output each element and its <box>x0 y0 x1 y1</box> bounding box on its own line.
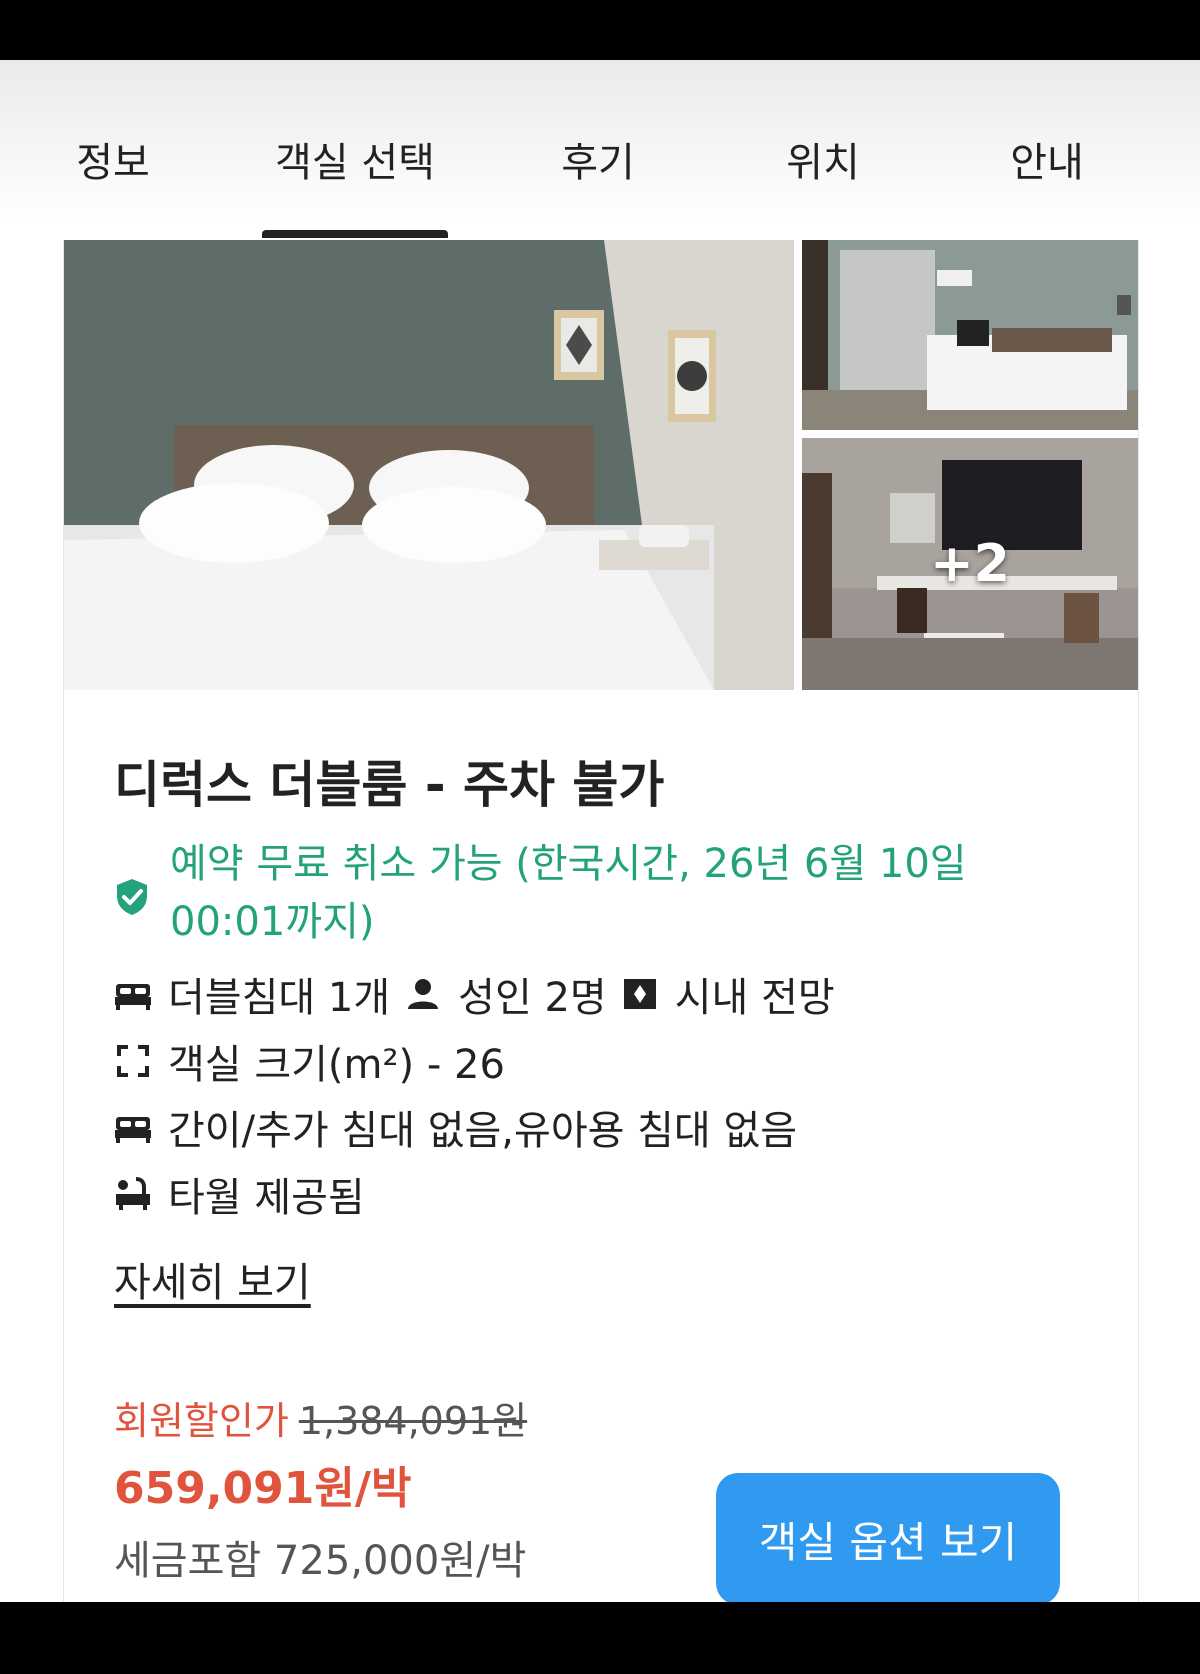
extra-bed-row: 간이/추가 침대 없음,유아용 침대 없음 <box>114 1098 797 1154</box>
details-link[interactable]: 자세히 보기 <box>114 1250 311 1308</box>
tab-info[interactable]: 정보 <box>76 130 150 188</box>
room-photo-2-image <box>802 240 1138 430</box>
extra-bed-text: 간이/추가 침대 없음,유아용 침대 없음 <box>168 1108 798 1154</box>
bed-type-text: 더블침대 1개 <box>168 975 391 1021</box>
shield-check-icon <box>117 879 147 915</box>
room-photo-3[interactable]: +2 <box>802 438 1138 690</box>
room-title: 디럭스 더블룸 - 주차 불가 <box>114 756 665 814</box>
tax-included-price: 세금포함 725,000원/박 <box>114 1538 527 1584</box>
window-view-icon <box>623 979 656 1009</box>
view-text: 시내 전망 <box>674 975 835 1021</box>
more-photos-count: +2 <box>930 534 1010 594</box>
tab-room-select[interactable]: 객실 선택 <box>275 130 435 188</box>
towel-text: 타월 제공됨 <box>168 1175 365 1221</box>
room-features-row: 더블침대 1개 성인 2명 시내 전망 <box>114 965 835 1021</box>
room-card: +2 디럭스 더블룸 - 주차 불가 예약 무료 취소 가능 (한국시간, 26… <box>63 240 1139 1602</box>
member-discount-label: 회원할인가 <box>114 1399 289 1443</box>
room-photo-2[interactable] <box>802 240 1138 430</box>
sale-price: 659,091원/박 <box>114 1463 412 1514</box>
active-tab-indicator <box>262 230 448 238</box>
bed-icon <box>115 1117 151 1143</box>
original-price: 1,384,091원 <box>298 1399 528 1443</box>
person-icon <box>408 979 439 1009</box>
room-size-icon <box>117 1045 149 1077</box>
room-photo-main-image <box>64 240 794 690</box>
tab-location[interactable]: 위치 <box>786 130 860 188</box>
section-tabs: 정보 객실 선택 후기 위치 안내 <box>0 60 1200 240</box>
bath-icon <box>116 1177 150 1210</box>
free-cancellation-text: 예약 무료 취소 가능 (한국시간, 26년 6월 10일 00:01까지) <box>170 841 967 945</box>
tab-guide[interactable]: 안내 <box>1010 130 1084 188</box>
room-size-text: 객실 크기(m²) - 26 <box>168 1042 505 1088</box>
member-price-line: 회원할인가 1,384,091원 <box>114 1390 527 1445</box>
room-photo-main[interactable] <box>64 240 794 690</box>
guest-count-text: 성인 2명 <box>458 975 607 1021</box>
view-room-options-button[interactable]: 객실 옵션 보기 <box>716 1473 1060 1602</box>
tab-reviews[interactable]: 후기 <box>561 130 635 188</box>
app-screen: 정보 객실 선택 후기 위치 안내 +2 디럭스 더블룸 - 주차 불가 예약 … <box>0 60 1200 1602</box>
bed-icon <box>115 984 151 1010</box>
room-size-row: 객실 크기(m²) - 26 <box>114 1032 505 1088</box>
towel-row: 타월 제공됨 <box>114 1165 365 1221</box>
